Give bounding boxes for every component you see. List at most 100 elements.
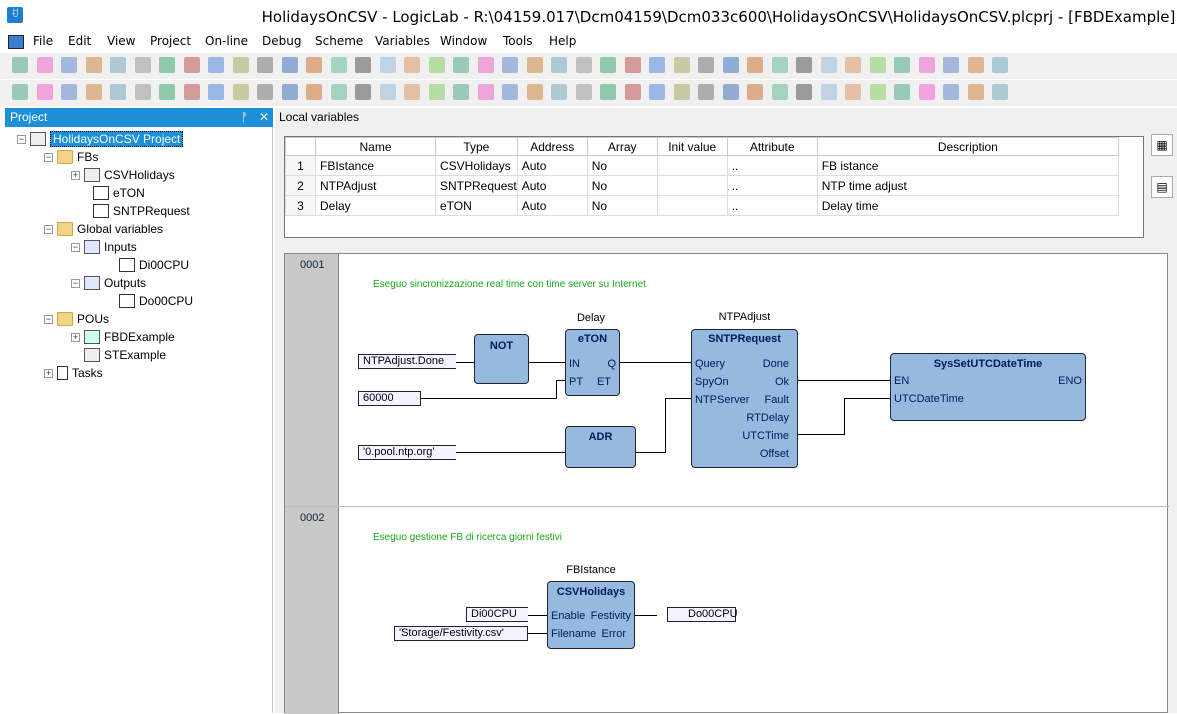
row-number[interactable]: 2 [285,175,316,196]
menu-window[interactable]: Window [440,34,487,48]
menu-view[interactable]: View [107,34,135,48]
toolbar-button-icon[interactable] [722,57,739,73]
toolbar-button-icon[interactable] [575,57,592,73]
toolbar-button-icon[interactable] [183,84,200,100]
toolbar-button-icon[interactable] [257,57,273,73]
toolbar-button-icon[interactable] [820,57,837,73]
toolbar-button-icon[interactable] [502,84,518,100]
toolbar-button-icon[interactable] [526,84,543,100]
toolbar-button-icon[interactable] [575,84,592,100]
toolbar-button-icon[interactable] [600,84,616,100]
cell-address[interactable]: Auto [516,175,588,196]
toolbar-button-icon[interactable] [722,84,739,100]
pin-et[interactable]: ET [597,376,611,388]
column-header[interactable]: Init value [656,137,728,156]
tree-item-stexample[interactable]: STExample [84,346,166,364]
syssetutcdatetime-block[interactable]: SysSetUTCDateTime EN UTCDateTime ENO [890,353,1086,421]
input-const-pt[interactable]: 60000 [358,391,421,406]
pin-ok[interactable]: Ok [775,376,789,388]
tree-item-pous[interactable]: − POUs [44,310,109,328]
pin-utctime[interactable]: UTCTime [742,430,789,442]
toolbar-button-icon[interactable] [649,57,665,73]
cell-address[interactable]: Auto [516,155,588,176]
network-comment[interactable]: Eseguo gestione FB di ricerca giorni fes… [373,532,562,543]
pin-q[interactable]: Q [607,358,616,370]
cell-attribute[interactable]: .. [726,155,818,176]
menu-debug[interactable]: Debug [262,34,301,48]
cell-type[interactable]: CSVHolidays [435,155,518,176]
toolbar-button-icon[interactable] [208,84,224,100]
toolbar-button-icon[interactable] [36,57,53,73]
pin-enable[interactable]: Enable [551,610,585,622]
toolbar-button-icon[interactable] [771,84,788,100]
toolbar-button-icon[interactable] [453,84,469,100]
input-var-di00cpu[interactable]: Di00CPU [466,607,528,622]
cell-array[interactable]: No [586,175,658,196]
grid-view-icon[interactable]: ▦ [1151,134,1173,156]
cell-init-value[interactable] [656,155,728,176]
cell-attribute[interactable]: .. [726,175,818,196]
toolbar-button-icon[interactable] [869,84,886,100]
toolbar-button-icon[interactable] [967,84,984,100]
toolbar-button-icon[interactable] [624,84,641,100]
toolbar-button-icon[interactable] [551,84,567,100]
network-comment[interactable]: Eseguo sincronizzazione real time con ti… [373,279,646,290]
toolbar-button-icon[interactable] [918,84,935,100]
pin-offset[interactable]: Offset [760,448,789,460]
toolbar-button-icon[interactable] [649,84,665,100]
cell-array[interactable]: No [586,195,658,216]
toolbar-button-icon[interactable] [551,57,567,73]
pin-done[interactable]: Done [763,358,789,370]
toolbar-button-icon[interactable] [624,57,641,73]
cell-init-value[interactable] [656,175,728,196]
toolbar-button-icon[interactable] [281,57,298,73]
toolbar-button-icon[interactable] [61,84,77,100]
tree-item-inputs[interactable]: − Inputs [71,238,137,256]
expand-icon[interactable]: + [71,170,80,180]
toolbar-button-icon[interactable] [428,84,445,100]
toolbar-button-icon[interactable] [12,57,28,73]
toolbar-button-icon[interactable] [379,57,396,73]
menu-scheme[interactable]: Scheme [315,34,363,48]
cell-name[interactable]: NTPAdjust [315,175,436,196]
toolbar-button-icon[interactable] [281,84,298,100]
table-row[interactable]: 1 FBIstance CSVHolidays Auto No .. FB is… [285,155,1120,176]
menu-variables[interactable]: Variables [375,34,430,48]
column-header[interactable]: Type [435,137,518,156]
toolbar-button-icon[interactable] [404,84,420,100]
mdi-icon[interactable] [8,35,24,49]
toolbar-button-icon[interactable] [12,84,28,100]
cell-description[interactable]: Delay time [816,195,1120,216]
pin-filename[interactable]: Filename [551,628,596,640]
pin-ntpserver[interactable]: NTPServer [695,394,749,406]
toolbar-button-icon[interactable] [796,84,812,100]
toolbar-button-icon[interactable] [159,57,175,73]
toolbar-button-icon[interactable] [747,84,763,100]
row-number[interactable]: 3 [285,195,316,216]
toolbar-button-icon[interactable] [428,57,445,73]
menu-online[interactable]: On-line [205,34,248,48]
menu-file[interactable]: File [33,34,53,48]
pin-pt[interactable]: PT [569,376,583,388]
expand-icon[interactable]: + [71,332,80,342]
tree-item-outputs[interactable]: − Outputs [71,274,146,292]
toolbar-button-icon[interactable] [85,84,102,100]
toolbar-button-icon[interactable] [232,57,249,73]
pin-fault[interactable]: Fault [765,394,789,406]
toolbar-button-icon[interactable] [330,57,347,73]
toolbar-button-icon[interactable] [257,84,273,100]
toolbar-button-icon[interactable] [379,84,396,100]
tree-item-sntprequest[interactable]: SNTPRequest [93,202,190,220]
column-header[interactable]: Address [516,137,588,156]
collapse-icon[interactable]: − [17,134,26,144]
pin-icon[interactable]: ᚡ [241,110,248,124]
toolbar-button-icon[interactable] [477,57,494,73]
menu-tools[interactable]: Tools [503,34,533,48]
tree-item-fbs[interactable]: − FBs [44,148,98,166]
toolbar-button-icon[interactable] [600,57,616,73]
toolbar-button-icon[interactable] [820,84,837,100]
cell-description[interactable]: FB istance [816,155,1120,176]
close-icon[interactable]: ✕ [259,110,269,124]
pin-festivity[interactable]: Festivity [591,610,631,622]
pin-utcdatetime[interactable]: UTCDateTime [894,393,964,405]
